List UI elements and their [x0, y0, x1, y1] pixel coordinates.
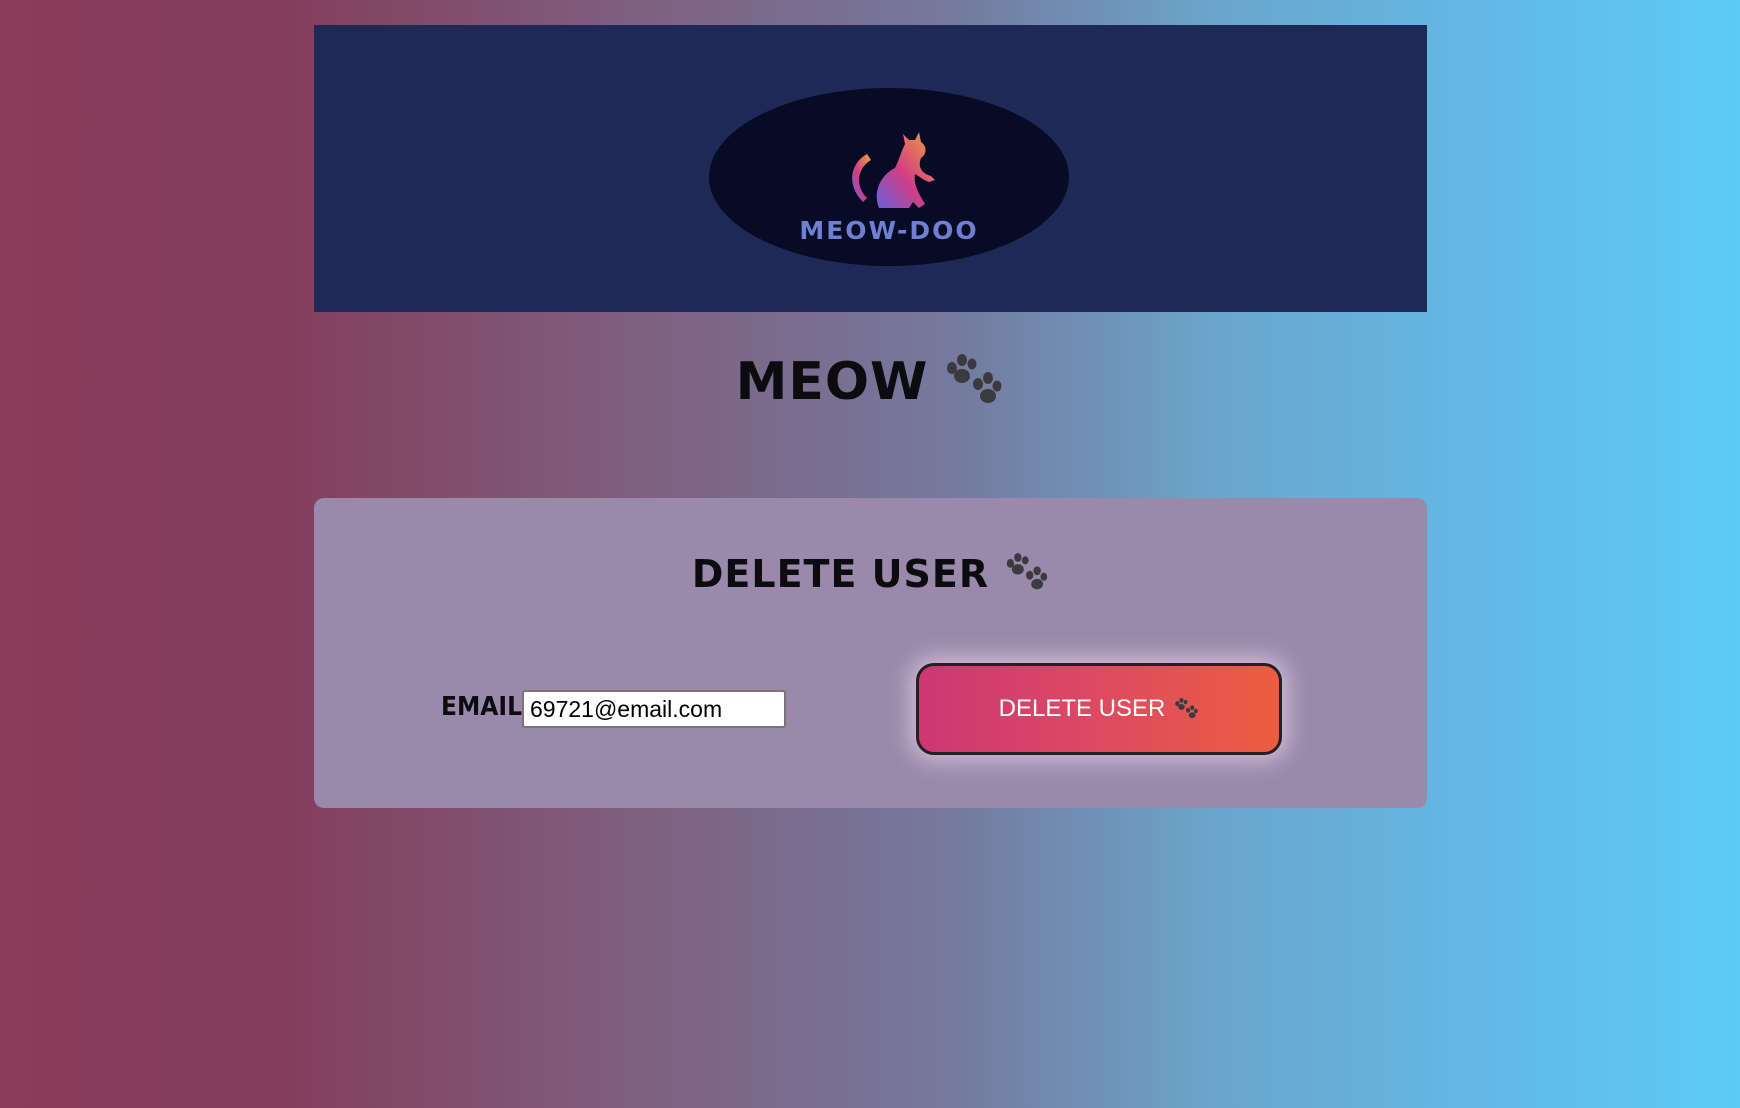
email-label: EMAIL: — [441, 692, 532, 722]
card-title-text: DELETE USER — [691, 552, 990, 596]
delete-user-card: DELETE USER EMAIL: DELETE USER — [314, 498, 1427, 808]
logo: MEOW-DOO — [709, 88, 1069, 266]
card-title: DELETE USER — [314, 552, 1427, 599]
delete-user-button[interactable]: DELETE USER — [916, 663, 1282, 755]
header-banner: MEOW-DOO — [314, 25, 1427, 312]
page-title: MEOW — [0, 352, 1740, 414]
delete-user-button-label: DELETE USER — [998, 695, 1166, 722]
logo-text: MEOW-DOO — [799, 216, 979, 245]
paw-icon — [1175, 697, 1199, 719]
email-input[interactable] — [522, 690, 786, 728]
page-title-text: MEOW — [735, 352, 929, 412]
cat-icon — [852, 132, 935, 208]
paw-icon — [947, 354, 1002, 403]
paw-icon — [1006, 552, 1048, 589]
